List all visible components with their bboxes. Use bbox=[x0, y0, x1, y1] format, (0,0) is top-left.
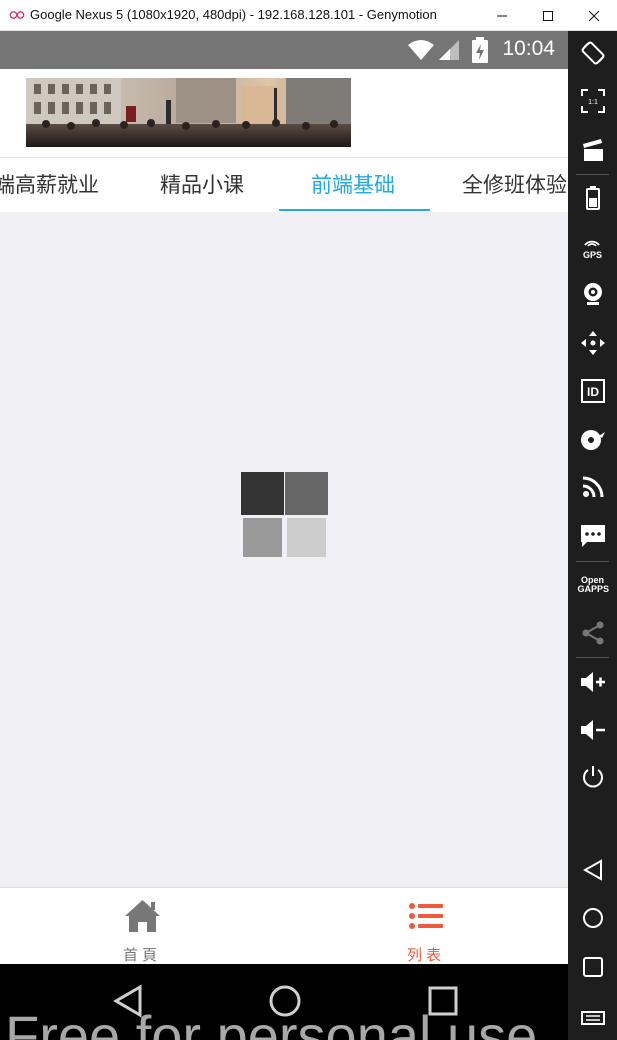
city-street-photo bbox=[26, 78, 351, 147]
back-nav-icon bbox=[582, 859, 602, 881]
pixel-perfect-label: 1:1 bbox=[588, 99, 598, 106]
toolbar-back-button[interactable] bbox=[568, 848, 617, 892]
toolbar-separator bbox=[576, 174, 609, 175]
nav-label-home: 首頁 bbox=[122, 946, 161, 964]
genymotion-logo-icon bbox=[9, 11, 25, 19]
power-button[interactable] bbox=[568, 755, 617, 799]
home-nav-icon bbox=[582, 908, 603, 928]
home-icon bbox=[125, 900, 160, 932]
maximize-icon bbox=[543, 10, 553, 21]
network-icon bbox=[582, 476, 603, 498]
status-clock: 10:04 bbox=[502, 37, 555, 60]
category-tabs: 端高薪就业 精品小课 前端基础 全修班体验 bbox=[0, 157, 568, 212]
back-icon[interactable] bbox=[112, 984, 144, 1018]
minimize-button[interactable] bbox=[479, 0, 525, 31]
capture-button[interactable] bbox=[568, 128, 617, 172]
loading-spinner-cell bbox=[287, 518, 326, 557]
bottom-navigation: 首頁 列表 bbox=[0, 887, 568, 964]
gps-label: GPS bbox=[582, 250, 602, 260]
toolbar-home-button[interactable] bbox=[568, 896, 617, 940]
share-button[interactable] bbox=[568, 611, 617, 655]
close-icon bbox=[588, 10, 600, 21]
gps-button[interactable]: GPS bbox=[568, 224, 617, 268]
android-navigation-bar: Free for personal use bbox=[0, 964, 568, 1040]
app-header bbox=[0, 69, 568, 157]
disk-io-icon bbox=[580, 430, 605, 450]
webcam-button[interactable] bbox=[568, 272, 617, 316]
battery-charging-icon bbox=[472, 37, 488, 63]
device-screen[interactable]: 10:04 端高薪就业 精品小课 前端基础 全修班体验 首頁 列表 Free f… bbox=[0, 31, 568, 1040]
home-circle-icon[interactable] bbox=[268, 984, 302, 1018]
open-gapps-icon: Open GAPPS bbox=[577, 575, 610, 594]
identifiers-button[interactable]: ID bbox=[568, 369, 617, 413]
recents-icon[interactable] bbox=[428, 986, 458, 1016]
identifiers-label: ID bbox=[587, 385, 599, 399]
genymotion-window: Google Nexus 5 (1080x1920, 480dpi) - 192… bbox=[0, 0, 617, 1040]
nav-item-home[interactable]: 首頁 bbox=[0, 888, 284, 965]
window-title: Google Nexus 5 (1080x1920, 480dpi) - 192… bbox=[30, 7, 437, 22]
sms-button[interactable] bbox=[568, 514, 617, 558]
list-icon bbox=[409, 903, 443, 929]
capture-icon bbox=[582, 139, 603, 161]
pixel-perfect-icon: 1:1 bbox=[580, 89, 605, 113]
identifiers-icon: ID bbox=[580, 379, 605, 403]
disk-io-button[interactable] bbox=[568, 418, 617, 462]
share-icon bbox=[582, 621, 603, 645]
close-button[interactable] bbox=[571, 0, 617, 31]
android-status-bar: 10:04 bbox=[0, 31, 568, 69]
power-icon bbox=[582, 766, 603, 788]
network-button[interactable] bbox=[568, 465, 617, 509]
remote-control-button[interactable] bbox=[568, 321, 617, 365]
rotate-button[interactable] bbox=[568, 31, 617, 75]
sms-icon bbox=[580, 525, 605, 547]
battery-icon bbox=[585, 186, 600, 210]
tab-high-salary-job[interactable]: 端高薪就业 bbox=[0, 158, 99, 212]
loading-spinner-cell bbox=[285, 472, 328, 515]
toolbar-separator bbox=[576, 561, 609, 562]
genymotion-toolbar: 1:1 GPS ID Open GAPPS bbox=[568, 31, 617, 1040]
open-gapps-button[interactable]: Open GAPPS bbox=[568, 563, 617, 607]
volume-up-button[interactable] bbox=[568, 660, 617, 704]
active-tab-indicator bbox=[279, 209, 430, 211]
tab-premium-short-course[interactable]: 精品小课 bbox=[160, 158, 244, 212]
nav-item-list[interactable]: 列表 bbox=[284, 888, 568, 965]
battery-button[interactable] bbox=[568, 176, 617, 220]
remote-control-icon bbox=[580, 331, 605, 355]
toolbar-menu-button[interactable] bbox=[568, 996, 617, 1040]
volume-down-icon bbox=[580, 720, 605, 740]
toolbar-separator bbox=[576, 657, 609, 658]
recents-nav-icon bbox=[582, 957, 603, 977]
wifi-icon bbox=[408, 40, 434, 60]
minimize-icon bbox=[497, 15, 507, 16]
loading-spinner-cell bbox=[243, 518, 282, 557]
toolbar-recents-button[interactable] bbox=[568, 945, 617, 989]
volume-down-button[interactable] bbox=[568, 708, 617, 752]
menu-nav-icon bbox=[580, 1011, 605, 1025]
gps-icon bbox=[584, 240, 600, 247]
maximize-button[interactable] bbox=[525, 0, 571, 31]
tab-frontend-basics[interactable]: 前端基础 bbox=[311, 158, 395, 212]
nav-label-list: 列表 bbox=[406, 946, 445, 964]
pixel-perfect-button[interactable]: 1:1 bbox=[568, 79, 617, 123]
banner-image[interactable] bbox=[26, 78, 351, 147]
rotate-icon bbox=[581, 41, 604, 65]
webcam-icon bbox=[583, 283, 602, 305]
signal-icon bbox=[439, 40, 459, 60]
volume-up-icon bbox=[580, 672, 605, 692]
loading-spinner-cell bbox=[241, 472, 284, 515]
tab-full-course-trial[interactable]: 全修班体验 bbox=[462, 158, 567, 212]
window-titlebar[interactable]: Google Nexus 5 (1080x1920, 480dpi) - 192… bbox=[0, 0, 617, 31]
content-area bbox=[0, 212, 568, 887]
